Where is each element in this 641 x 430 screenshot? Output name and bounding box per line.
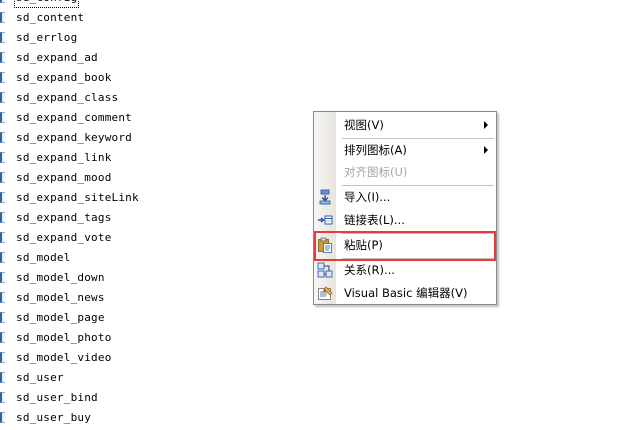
relationships-icon	[317, 262, 333, 278]
table-icon	[0, 212, 5, 223]
table-icon	[0, 32, 5, 43]
table-name: sd_expand_class	[16, 91, 119, 104]
table-icon	[0, 112, 5, 123]
menu-item-import[interactable]: 导入(I)...	[314, 186, 496, 208]
submenu-arrow-icon	[484, 121, 488, 129]
table-row[interactable]: sd_expand_vote	[0, 228, 300, 248]
table-icon	[0, 312, 5, 323]
table-row[interactable]: sd_config	[0, 0, 300, 8]
menu-item-visual-basic-editor[interactable]: Visual Basic 编辑器(V)	[314, 282, 496, 304]
table-icon	[0, 12, 5, 23]
table-icon	[0, 92, 5, 103]
table-row[interactable]: sd_expand_tags	[0, 208, 300, 228]
paste-icon	[317, 237, 333, 253]
table-icon	[0, 412, 5, 423]
menu-item-label: 链接表(L)...	[344, 213, 405, 227]
table-name: sd_model_video	[16, 351, 112, 364]
table-name: sd_expand_tags	[16, 211, 112, 224]
table-row[interactable]: sd_user_buy	[0, 408, 300, 428]
table-icon	[0, 52, 5, 63]
menu-item-relationships[interactable]: 关系(R)...	[314, 259, 496, 281]
submenu-arrow-icon	[484, 146, 488, 154]
table-name: sd_user	[16, 371, 64, 384]
menu-item-view[interactable]: 视图(V)	[314, 114, 496, 136]
table-name: sd_model	[16, 251, 71, 264]
table-icon	[0, 292, 5, 303]
table-name: sd_expand_siteLink	[16, 191, 139, 204]
menu-item-label: 粘贴(P)	[344, 238, 383, 252]
context-menu: 视图(V) 排列图标(A) 对齐图标(U) 导入(I)... 链接表(L)...…	[313, 111, 497, 305]
table-row[interactable]: sd_model_photo	[0, 328, 300, 348]
table-row[interactable]: sd_model	[0, 248, 300, 268]
table-row[interactable]: sd_model_news	[0, 288, 300, 308]
table-name: sd_expand_keyword	[16, 131, 132, 144]
table-icon	[0, 0, 5, 3]
table-icon	[0, 272, 5, 283]
menu-item-label: 排列图标(A)	[344, 143, 407, 157]
table-name: sd_model_news	[16, 291, 105, 304]
table-name: sd_expand_book	[16, 71, 112, 84]
menu-item-link-tables[interactable]: 链接表(L)...	[314, 209, 496, 231]
link-table-icon	[317, 212, 333, 228]
table-name: sd_model_down	[16, 271, 105, 284]
table-row[interactable]: sd_expand_link	[0, 148, 300, 168]
table-row[interactable]: sd_expand_comment	[0, 108, 300, 128]
table-icon	[0, 132, 5, 143]
table-row[interactable]: sd_expand_mood	[0, 168, 300, 188]
menu-item-arrange-icons[interactable]: 排列图标(A)	[314, 139, 496, 161]
vb-editor-icon	[317, 285, 333, 301]
menu-item-label: Visual Basic 编辑器(V)	[344, 286, 468, 300]
table-name: sd_model_page	[16, 311, 105, 324]
table-icon	[0, 392, 5, 403]
table-row[interactable]: sd_content	[0, 8, 300, 28]
table-row[interactable]: sd_model_video	[0, 348, 300, 368]
table-icon	[0, 252, 5, 263]
menu-item-label: 对齐图标(U)	[344, 165, 408, 179]
table-list: sd_config sd_content sd_errlog sd_expand…	[0, 0, 300, 428]
table-name: sd_model_photo	[16, 331, 112, 344]
access-database-window: sd_config sd_content sd_errlog sd_expand…	[0, 0, 641, 430]
table-name: sd_user_buy	[16, 411, 92, 424]
table-icon	[0, 192, 5, 203]
table-icon	[0, 332, 5, 343]
table-name: sd_user_bind	[16, 391, 98, 404]
table-name: sd_expand_comment	[16, 111, 132, 124]
table-name: sd_expand_ad	[16, 51, 98, 64]
table-row[interactable]: sd_expand_book	[0, 68, 300, 88]
table-row[interactable]: sd_user	[0, 368, 300, 388]
table-icon	[0, 172, 5, 183]
table-icon	[0, 352, 5, 363]
table-name: sd_expand_mood	[16, 171, 112, 184]
menu-item-paste[interactable]: 粘贴(P)	[314, 234, 496, 256]
table-row[interactable]: sd_expand_siteLink	[0, 188, 300, 208]
table-name: sd_content	[16, 11, 85, 24]
menu-item-label: 关系(R)...	[344, 263, 395, 277]
table-icon	[0, 72, 5, 83]
table-row[interactable]: sd_model_down	[0, 268, 300, 288]
table-row[interactable]: sd_errlog	[0, 28, 300, 48]
table-row[interactable]: sd_expand_keyword	[0, 128, 300, 148]
table-name: sd_expand_link	[16, 151, 112, 164]
table-row[interactable]: sd_expand_ad	[0, 48, 300, 68]
table-row[interactable]: sd_expand_class	[0, 88, 300, 108]
import-icon	[317, 189, 333, 205]
table-icon	[0, 372, 5, 383]
table-icon	[0, 232, 5, 243]
table-name: sd_errlog	[16, 31, 78, 44]
menu-item-label: 导入(I)...	[344, 190, 391, 204]
table-name: sd_expand_vote	[16, 231, 112, 244]
table-row[interactable]: sd_model_page	[0, 308, 300, 328]
table-row[interactable]: sd_user_bind	[0, 388, 300, 408]
table-name: sd_config	[14, 0, 80, 8]
menu-item-line-up-icons: 对齐图标(U)	[314, 161, 496, 183]
menu-item-label: 视图(V)	[344, 118, 384, 132]
table-icon	[0, 152, 5, 163]
